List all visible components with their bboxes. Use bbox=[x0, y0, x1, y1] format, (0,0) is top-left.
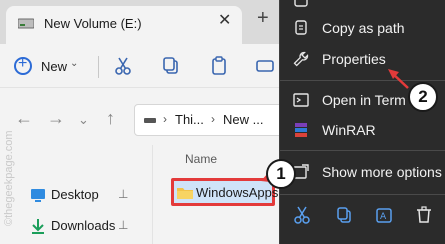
menu-item-label: WinRAR bbox=[322, 122, 376, 138]
menu-item-winrar[interactable]: WinRAR bbox=[280, 116, 445, 144]
open-icon bbox=[294, 0, 308, 7]
menu-quick-actions: A bbox=[280, 198, 445, 234]
menu-divider bbox=[280, 80, 445, 81]
drive-icon bbox=[144, 118, 156, 123]
cut-icon[interactable] bbox=[112, 55, 134, 77]
new-button-label: New bbox=[41, 59, 68, 74]
pin-icon[interactable]: ⊥ bbox=[118, 218, 128, 232]
svg-text:A: A bbox=[380, 212, 387, 222]
drive-icon bbox=[18, 18, 34, 29]
breadcrumb-separator: › bbox=[211, 112, 215, 126]
column-header-name[interactable]: Name bbox=[185, 152, 217, 166]
menu-divider bbox=[280, 194, 445, 195]
watermark: ©thegeekpage.com bbox=[2, 55, 18, 235]
rename-icon[interactable] bbox=[254, 55, 276, 77]
pin-icon[interactable]: ⊥ bbox=[118, 187, 128, 201]
winrar-icon bbox=[295, 123, 307, 137]
paste-icon[interactable] bbox=[208, 55, 230, 77]
terminal-icon bbox=[293, 93, 309, 107]
toolbar-divider bbox=[98, 56, 99, 78]
menu-item-label: Copy as path bbox=[322, 20, 405, 36]
menu-item-copy-as-path[interactable]: Copy as path bbox=[280, 14, 445, 42]
sidebar-item-downloads[interactable]: Downloads ⊥ bbox=[0, 213, 150, 239]
menu-item-show-more-options[interactable]: Show more options bbox=[280, 158, 445, 186]
up-arrow-icon[interactable]: ↑ bbox=[106, 109, 115, 127]
chevron-down-icon: ⌄ bbox=[70, 58, 79, 69]
menu-item-properties[interactable]: Properties bbox=[280, 45, 445, 73]
delete-icon[interactable] bbox=[414, 205, 434, 225]
menu-item-label: Properties bbox=[322, 51, 386, 67]
callout-number: 2 bbox=[418, 87, 428, 106]
copy-path-icon bbox=[295, 20, 307, 35]
menu-item-label: Show more options bbox=[322, 164, 442, 180]
new-button[interactable]: New ⌄ bbox=[14, 52, 86, 80]
add-tab-icon[interactable]: + bbox=[257, 8, 269, 28]
file-name: WindowsApps bbox=[196, 185, 279, 200]
breadcrumb-separator: › bbox=[163, 112, 167, 126]
sidebar-item-label: Downloads bbox=[51, 218, 116, 233]
sidebar-item-label: Desktop bbox=[51, 187, 99, 202]
rename-icon[interactable]: A bbox=[374, 205, 394, 225]
watermark-text: ©thegeekpage.com bbox=[3, 130, 15, 226]
address-box[interactable]: › Thi... › New ... bbox=[134, 104, 284, 136]
forward-arrow-icon[interactable]: → bbox=[47, 109, 65, 127]
callout-badge-1: 1 bbox=[266, 159, 296, 189]
context-menu: Copy as path Properties Open in Term Win… bbox=[279, 0, 445, 244]
sidebar-item-desktop[interactable]: Desktop ⊥ bbox=[0, 182, 150, 208]
folder-icon bbox=[177, 188, 193, 199]
close-tab-icon[interactable]: ✕ bbox=[218, 13, 231, 29]
tab-new-volume[interactable]: New Volume (E:) ✕ bbox=[6, 6, 242, 44]
pane-divider bbox=[152, 145, 153, 244]
copy-icon[interactable] bbox=[160, 55, 182, 77]
chevron-down-icon[interactable]: ⌄ bbox=[78, 111, 89, 129]
breadcrumb-item[interactable]: Thi... bbox=[175, 112, 204, 127]
menu-item-label: Open in Term bbox=[322, 92, 406, 108]
cut-icon[interactable] bbox=[292, 205, 312, 225]
file-item-windowsapps[interactable]: WindowsApps bbox=[171, 178, 279, 206]
download-icon bbox=[32, 219, 44, 234]
breadcrumb-item[interactable]: New ... bbox=[223, 112, 263, 127]
tab-title: New Volume (E:) bbox=[44, 16, 142, 31]
desktop-icon bbox=[31, 189, 45, 202]
callout-number: 1 bbox=[276, 164, 286, 183]
menu-item-open[interactable] bbox=[280, 0, 445, 14]
wrench-icon bbox=[293, 51, 309, 67]
menu-divider bbox=[280, 150, 445, 151]
callout-badge-2: 2 bbox=[408, 82, 438, 112]
copy-icon[interactable] bbox=[334, 205, 354, 225]
